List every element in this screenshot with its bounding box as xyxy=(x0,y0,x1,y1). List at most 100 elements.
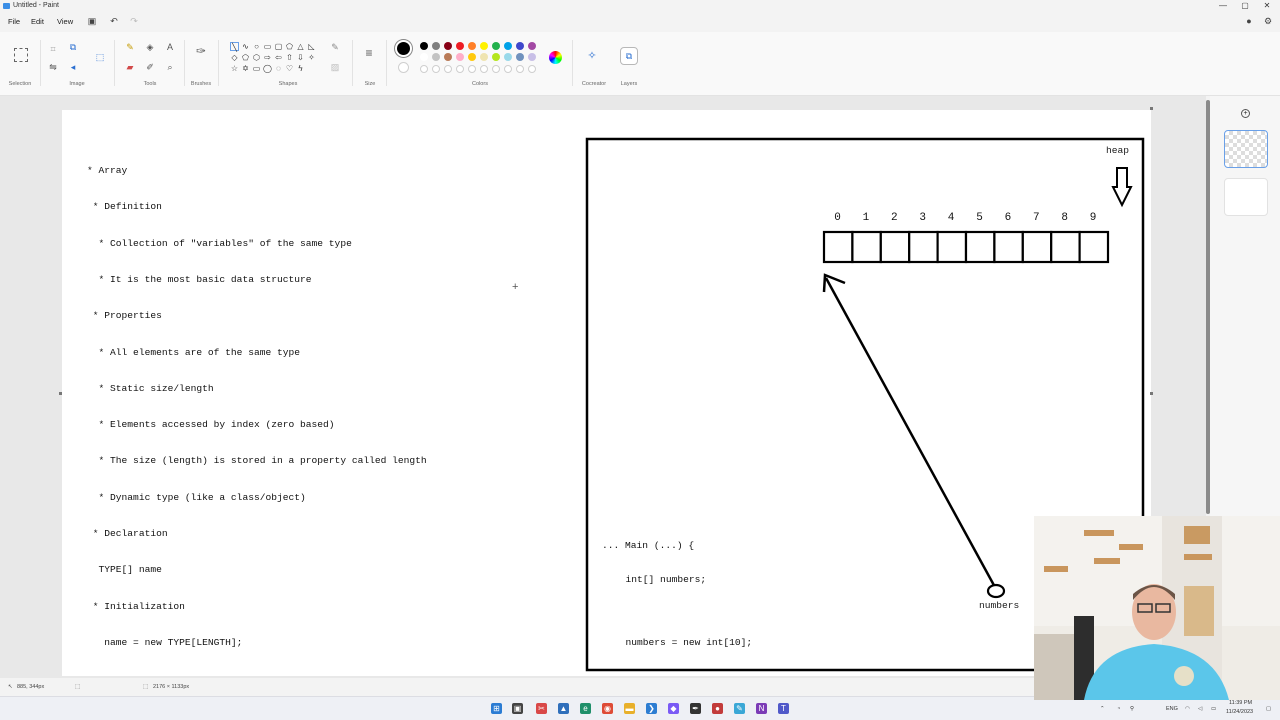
chrome-icon[interactable]: ◉ xyxy=(602,703,613,714)
file-explorer-icon[interactable]: ▬ xyxy=(624,703,635,714)
custom-color-slot[interactable] xyxy=(504,65,512,73)
custom-color-slot[interactable] xyxy=(480,65,488,73)
polygon-shape-icon[interactable]: ⬠ xyxy=(285,42,294,51)
custom-color-slot[interactable] xyxy=(516,65,524,73)
right-arrow-shape-icon[interactable]: ⇨ xyxy=(263,53,272,62)
palette-swatch[interactable] xyxy=(456,53,464,61)
menu-view[interactable]: View xyxy=(57,14,73,30)
fill-style-icon[interactable]: ▨ xyxy=(330,62,340,72)
wifi-icon[interactable]: ◠ xyxy=(1185,697,1190,720)
hexagon-shape-icon[interactable]: ⬡ xyxy=(252,53,261,62)
palette-swatch[interactable] xyxy=(480,53,488,61)
oval-callout-shape-icon[interactable]: ◯ xyxy=(263,64,272,73)
clock-time[interactable]: 11:39 PM xyxy=(1229,700,1252,706)
cloud-callout-shape-icon[interactable]: ◌ xyxy=(274,64,283,73)
palette-swatch[interactable] xyxy=(456,42,464,50)
menu-edit[interactable]: Edit xyxy=(31,14,44,30)
palette-swatch[interactable] xyxy=(516,53,524,61)
account-icon[interactable]: ● xyxy=(1243,14,1255,28)
minimize-button[interactable]: — xyxy=(1212,0,1234,12)
language-indicator[interactable]: ENG xyxy=(1166,697,1178,720)
pen-app-icon[interactable]: ✒ xyxy=(690,703,701,714)
settings-icon[interactable]: ⚙ xyxy=(1262,14,1274,28)
palette-swatch[interactable] xyxy=(468,42,476,50)
snipping-tool-icon[interactable]: ✂ xyxy=(536,703,547,714)
network-icon[interactable]: ◔ xyxy=(1117,697,1120,720)
battery-icon[interactable]: ▭ xyxy=(1211,697,1216,720)
crop-icon[interactable]: ⌗ xyxy=(48,44,58,54)
palette-swatch[interactable] xyxy=(492,42,500,50)
app-icon[interactable]: ◆ xyxy=(668,703,679,714)
tray-chevron-icon[interactable]: ⌃ xyxy=(1100,697,1105,720)
palette-swatch[interactable] xyxy=(420,53,428,61)
resize-icon[interactable]: ⧉ xyxy=(68,42,78,52)
close-button[interactable]: ✕ xyxy=(1256,0,1278,12)
custom-color-slot[interactable] xyxy=(528,65,536,73)
redo-icon[interactable]: ↷ xyxy=(128,14,140,28)
palette-swatch[interactable] xyxy=(528,42,536,50)
start-icon[interactable]: ⊞ xyxy=(491,703,502,714)
save-icon[interactable]: ▣ xyxy=(86,14,98,28)
custom-color-slot[interactable] xyxy=(420,65,428,73)
pencil-icon[interactable]: ✎ xyxy=(125,42,135,52)
edge-icon[interactable]: e xyxy=(580,703,591,714)
palette-swatch[interactable] xyxy=(444,42,452,50)
outline-icon[interactable]: ✎ xyxy=(330,42,340,52)
eraser-icon[interactable]: ▰ xyxy=(125,62,135,72)
task-view-icon[interactable]: ▣ xyxy=(512,703,523,714)
canvas-resize-handle-top-right[interactable] xyxy=(1150,107,1153,110)
curve-shape-icon[interactable]: ∿ xyxy=(241,42,250,51)
line-shape-icon[interactable]: ╲ xyxy=(230,42,239,52)
pentagon-shape-icon[interactable]: ⬠ xyxy=(241,53,250,62)
canvas-resize-handle-right[interactable] xyxy=(1150,392,1153,395)
layer-thumbnail-background[interactable] xyxy=(1224,178,1268,216)
palette-swatch[interactable] xyxy=(432,53,440,61)
rect-callout-shape-icon[interactable]: ▭ xyxy=(252,64,261,73)
onenote-icon[interactable]: N xyxy=(756,703,767,714)
down-arrow-shape-icon[interactable]: ⇩ xyxy=(296,53,305,62)
magnifier-icon[interactable]: ⌕ xyxy=(165,62,175,72)
notification-icon[interactable]: ▢ xyxy=(1266,697,1271,720)
secondary-color-swatch[interactable] xyxy=(398,62,409,73)
undo-icon[interactable]: ↶ xyxy=(108,14,120,28)
custom-color-slot[interactable] xyxy=(456,65,464,73)
six-point-star-shape-icon[interactable]: ✡ xyxy=(241,64,250,73)
rotate-icon[interactable]: ◂ xyxy=(68,62,78,72)
selection-icon[interactable] xyxy=(14,48,28,62)
canvas-resize-handle-left[interactable] xyxy=(59,392,62,395)
layers-icon[interactable]: ⧉ xyxy=(620,47,638,65)
recorder-icon[interactable]: ● xyxy=(712,703,723,714)
paint-taskbar-icon[interactable]: ✎ xyxy=(734,703,745,714)
four-point-star-shape-icon[interactable]: ✧ xyxy=(307,53,316,62)
palette-swatch[interactable] xyxy=(504,42,512,50)
palette-swatch[interactable] xyxy=(492,53,500,61)
clock-date[interactable]: 11/24/2023 xyxy=(1226,709,1253,715)
triangle-shape-icon[interactable]: △ xyxy=(296,42,305,51)
layer-thumbnail-active[interactable] xyxy=(1224,130,1268,168)
oval-shape-icon[interactable]: ○ xyxy=(252,42,261,51)
custom-color-slot[interactable] xyxy=(444,65,452,73)
palette-swatch[interactable] xyxy=(432,42,440,50)
size-icon[interactable]: ≡ xyxy=(364,47,374,59)
photos-icon[interactable]: ▲ xyxy=(558,703,569,714)
menu-file[interactable]: File xyxy=(8,14,20,30)
palette-swatch[interactable] xyxy=(444,53,452,61)
up-arrow-shape-icon[interactable]: ⇧ xyxy=(285,53,294,62)
image-select-icon[interactable]: ⬚ xyxy=(95,52,105,62)
brush-icon[interactable]: ✑ xyxy=(196,45,206,57)
custom-color-slot[interactable] xyxy=(492,65,500,73)
teams-icon[interactable]: T xyxy=(778,703,789,714)
palette-swatch[interactable] xyxy=(528,53,536,61)
add-layer-icon[interactable]: + xyxy=(1241,109,1250,118)
color-picker-icon[interactable]: ✐ xyxy=(145,62,155,72)
flip-icon[interactable]: ⇋ xyxy=(48,62,58,72)
palette-swatch[interactable] xyxy=(420,42,428,50)
heart-shape-icon[interactable]: ♡ xyxy=(285,64,294,73)
custom-color-slot[interactable] xyxy=(468,65,476,73)
palette-swatch[interactable] xyxy=(504,53,512,61)
cocreator-icon[interactable]: ✧ xyxy=(587,51,597,62)
palette-swatch[interactable] xyxy=(480,42,488,50)
diamond-shape-icon[interactable]: ◇ xyxy=(230,53,239,62)
mic-icon[interactable]: ⚲ xyxy=(1130,697,1134,720)
palette-swatch[interactable] xyxy=(516,42,524,50)
